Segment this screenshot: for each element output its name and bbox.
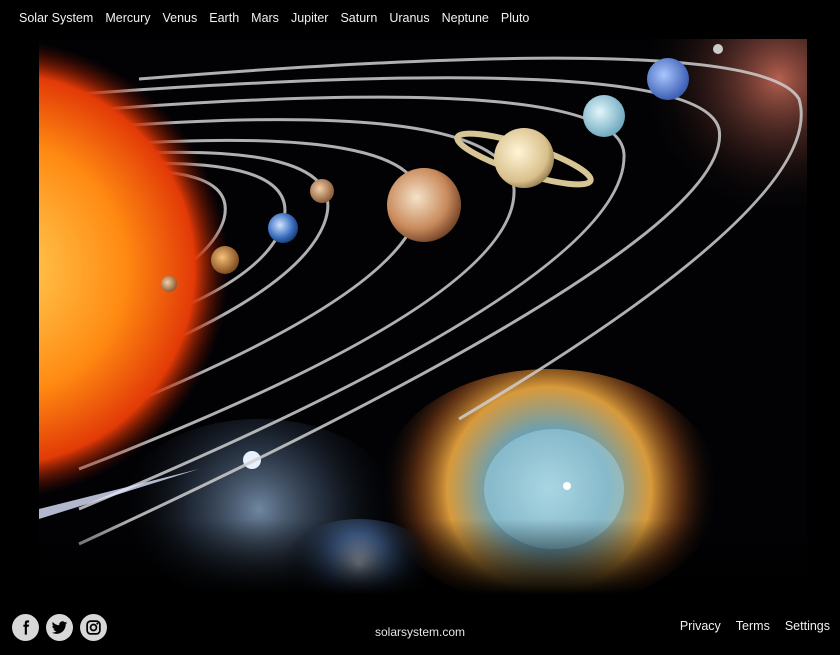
footer-links: Privacy Terms Settings (665, 619, 830, 633)
jupiter-planet (387, 168, 461, 242)
mars-planet (310, 179, 334, 203)
nav-item-solar-system[interactable]: Solar System (19, 10, 93, 28)
top-nav: Solar System Mercury Venus Earth Mars Ju… (19, 10, 541, 28)
mercury-planet (161, 276, 177, 292)
nav-item-mercury[interactable]: Mercury (105, 10, 150, 28)
solar-system-illustration (39, 39, 807, 595)
pluto-planet (713, 44, 723, 54)
nav-item-saturn[interactable]: Saturn (340, 10, 377, 28)
uranus-planet (583, 95, 625, 137)
nav-item-venus[interactable]: Venus (163, 10, 198, 28)
nav-item-uranus[interactable]: Uranus (389, 10, 429, 28)
settings-link[interactable]: Settings (785, 619, 830, 633)
neptune-planet (647, 58, 689, 100)
earth-planet (268, 213, 298, 243)
privacy-link[interactable]: Privacy (680, 619, 721, 633)
venus-planet (211, 246, 239, 274)
nav-item-pluto[interactable]: Pluto (501, 10, 530, 28)
nav-item-neptune[interactable]: Neptune (442, 10, 489, 28)
terms-link[interactable]: Terms (736, 619, 770, 633)
solar-system-hero-image (39, 39, 807, 595)
nav-item-mars[interactable]: Mars (251, 10, 279, 28)
nav-item-jupiter[interactable]: Jupiter (291, 10, 329, 28)
nav-item-earth[interactable]: Earth (209, 10, 239, 28)
